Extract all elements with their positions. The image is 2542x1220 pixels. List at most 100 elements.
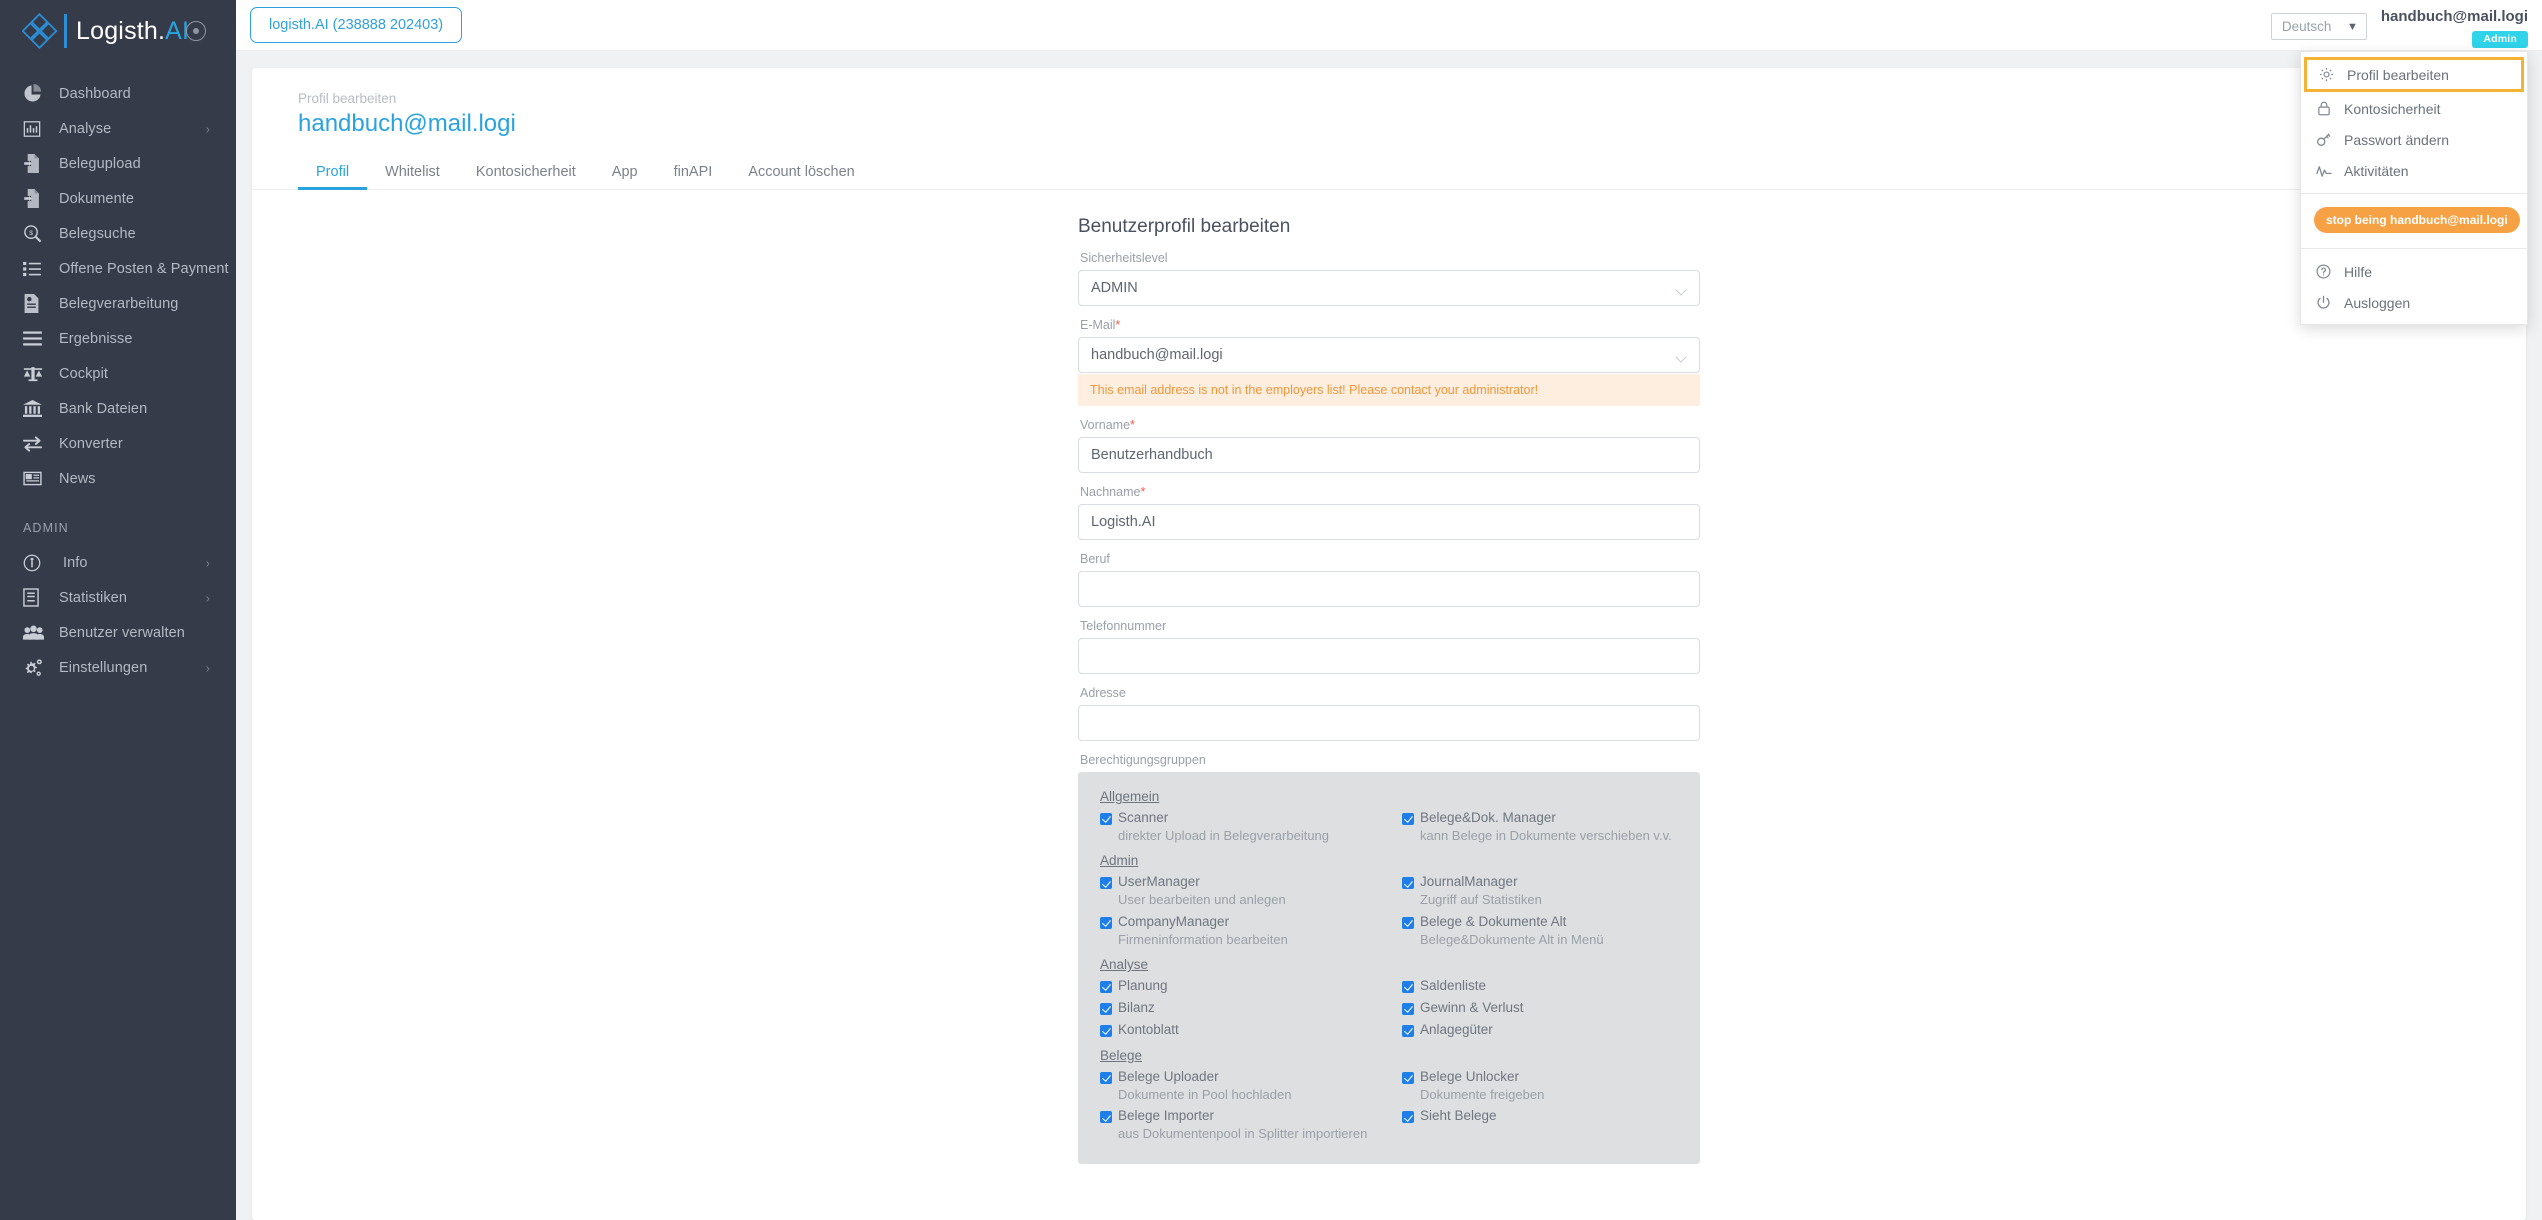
permission-checkbox[interactable] <box>1402 1071 1414 1084</box>
profession-input[interactable] <box>1078 571 1700 607</box>
tab-whitelist[interactable]: Whitelist <box>367 164 458 189</box>
company-selector-button[interactable]: logisth.AI (238888 202403) <box>250 7 463 43</box>
permission-checkbox[interactable] <box>1100 1111 1112 1124</box>
menu-item-kontosicherheit[interactable]: Kontosicherheit <box>2301 93 2527 124</box>
sidebar-item-info[interactable]: Info › <box>0 545 236 580</box>
svg-text:$: $ <box>29 230 33 237</box>
sidebar-item-belegupload[interactable]: Belegupload <box>0 146 236 181</box>
tab-kontosicherheit[interactable]: Kontosicherheit <box>458 164 594 189</box>
permission-checkbox[interactable] <box>1402 877 1414 890</box>
permission-name: Planung <box>1118 978 1168 994</box>
tab-finapi[interactable]: finAPI <box>656 164 731 189</box>
address-input[interactable] <box>1078 705 1700 741</box>
sidebar-item-benutzer-verwalten[interactable]: Benutzer verwalten <box>0 615 236 650</box>
brand-logo[interactable]: Logisth.AI <box>21 12 189 50</box>
first-name-input[interactable]: Benutzerhandbuch <box>1078 437 1700 473</box>
collapse-sidebar-icon[interactable] <box>186 21 206 41</box>
sidebar-item-label: Belegsuche <box>59 225 136 242</box>
sidebar-item-dokumente[interactable]: Dokumente <box>0 181 236 216</box>
permission-checkbox[interactable] <box>1402 981 1414 994</box>
gear-icon <box>2318 66 2335 83</box>
permission-description: Dokumente freigeben <box>1420 1086 1545 1102</box>
gears-icon <box>23 657 50 679</box>
sidebar-item-label: Ergebnisse <box>59 330 133 347</box>
field-telefonnummer: Telefonnummer <box>1078 619 1700 674</box>
permission-checkbox[interactable] <box>1402 1111 1414 1124</box>
sidebar-item-bank-dateien[interactable]: Bank Dateien <box>0 391 236 426</box>
permission-checkbox[interactable] <box>1100 1071 1112 1084</box>
permission-checkbox[interactable] <box>1402 813 1414 825</box>
permission-checkbox[interactable] <box>1402 916 1414 929</box>
sidebar-item-belegsuche[interactable]: $ Belegsuche <box>0 216 236 251</box>
permission-column-left: Belege Uploader Dokumente in Pool hochla… <box>1100 1069 1376 1148</box>
sidebar-item-news[interactable]: News <box>0 461 236 496</box>
menu-item-aktivitaeten[interactable]: Aktivitäten <box>2301 155 2527 186</box>
menu-item-label: Passwort ändern <box>2344 131 2450 148</box>
permission-checkbox[interactable] <box>1402 1025 1414 1038</box>
sidebar-item-ergebnisse[interactable]: Ergebnisse <box>0 321 236 356</box>
permission-checkbox[interactable] <box>1100 916 1112 929</box>
permission-checkbox[interactable] <box>1100 813 1112 825</box>
email-select[interactable]: handbuch@mail.logi <box>1078 337 1700 373</box>
permission-item: CompanyManager Firmeninformation bearbei… <box>1100 914 1376 948</box>
sidebar-item-label: Einstellungen <box>59 659 148 676</box>
email-warning-alert: This email address is not in the employe… <box>1078 374 1700 406</box>
sidebar-item-cockpit[interactable]: Cockpit <box>0 356 236 391</box>
permission-checkbox[interactable] <box>1402 1003 1414 1016</box>
last-name-value: Logisth.AI <box>1091 514 1156 530</box>
permission-item: Planung <box>1100 978 1376 995</box>
menu-item-label: Hilfe <box>2344 263 2373 280</box>
menu-item-profil-bearbeiten[interactable]: Profil bearbeiten <box>2304 57 2524 92</box>
field-sicherheitslevel: Sicherheitslevel ADMIN <box>1078 251 1700 306</box>
book-icon <box>23 587 50 609</box>
permission-checkbox[interactable] <box>1100 1003 1112 1016</box>
permission-checkbox[interactable] <box>1100 981 1112 994</box>
sidebar-item-konverter[interactable]: Konverter <box>0 426 236 461</box>
sidebar-item-dashboard[interactable]: Dashboard <box>0 76 236 111</box>
security-level-select[interactable]: ADMIN <box>1078 270 1700 306</box>
content-area: Profil bearbeiten handbuch@mail.logi Pro… <box>236 51 2542 1220</box>
language-select[interactable]: Deutsch ▼ <box>2270 13 2367 40</box>
permission-column-left: UserManager User bearbeiten und anlegen … <box>1100 874 1376 953</box>
last-name-input[interactable]: Logisth.AI <box>1078 504 1700 540</box>
permission-item: Anlagegüter <box>1402 1022 1678 1039</box>
sidebar: Logisth.AI Dashboard Analyse › Beleguplo… <box>0 0 236 1220</box>
tab-app[interactable]: App <box>594 164 656 189</box>
permission-description: Belege&Dokumente Alt in Menü <box>1420 931 1604 947</box>
chevron-right-icon: › <box>205 555 210 570</box>
stop-impersonation-button[interactable]: stop being handbuch@mail.logi <box>2314 207 2520 233</box>
sidebar-item-label: Belegverarbeitung <box>59 295 179 312</box>
lines-icon <box>23 328 50 350</box>
permission-checkbox[interactable] <box>1100 1025 1112 1038</box>
sidebar-item-statistiken[interactable]: Statistiken › <box>0 580 236 615</box>
menu-item-hilfe[interactable]: Hilfe <box>2301 256 2527 287</box>
sidebar-nav: Dashboard Analyse › Belegupload Dokument… <box>0 62 236 685</box>
menu-item-label: Aktivitäten <box>2344 162 2409 179</box>
phone-input[interactable] <box>1078 638 1700 674</box>
sidebar-item-einstellungen[interactable]: Einstellungen › <box>0 650 236 685</box>
tab-profil[interactable]: Profil <box>298 164 368 190</box>
tab-account-loeschen[interactable]: Account löschen <box>730 164 872 189</box>
permission-column-left: Scanner direkter Upload in Belegverarbei… <box>1100 810 1376 849</box>
menu-item-passwort-aendern[interactable]: Passwort ändern <box>2301 124 2527 155</box>
user-account-menu-trigger[interactable]: handbuch@mail.logi Admin <box>2381 8 2528 49</box>
topbar: logisth.AI (238888 202403) Deutsch ▼ han… <box>236 0 2542 51</box>
field-label: Beruf <box>1080 552 1110 566</box>
permission-name: UserManager <box>1118 874 1200 890</box>
menu-item-ausloggen[interactable]: Ausloggen <box>2301 287 2527 318</box>
permission-description: User bearbeiten und anlegen <box>1118 892 1286 908</box>
sidebar-item-belegverarbeitung[interactable]: Belegverarbeitung <box>0 286 236 321</box>
permission-grid: UserManager User bearbeiten und anlegen … <box>1100 874 1678 953</box>
tab-bar: Profil Whitelist Kontosicherheit App fin… <box>252 138 2526 190</box>
permission-name: Kontoblatt <box>1118 1022 1179 1038</box>
exchange-icon <box>23 433 50 455</box>
first-name-value: Benutzerhandbuch <box>1091 447 1213 463</box>
users-icon <box>23 622 50 644</box>
sidebar-item-analyse[interactable]: Analyse › <box>0 111 236 146</box>
bank-icon <box>23 398 50 420</box>
security-level-value: ADMIN <box>1091 280 1138 296</box>
permission-checkbox[interactable] <box>1100 877 1112 890</box>
menu-item-label: Ausloggen <box>2344 294 2411 311</box>
sidebar-item-offene-posten-payment[interactable]: Offene Posten & Payment <box>0 251 236 286</box>
permission-item: Belege Unlocker Dokumente freigeben <box>1402 1069 1678 1103</box>
